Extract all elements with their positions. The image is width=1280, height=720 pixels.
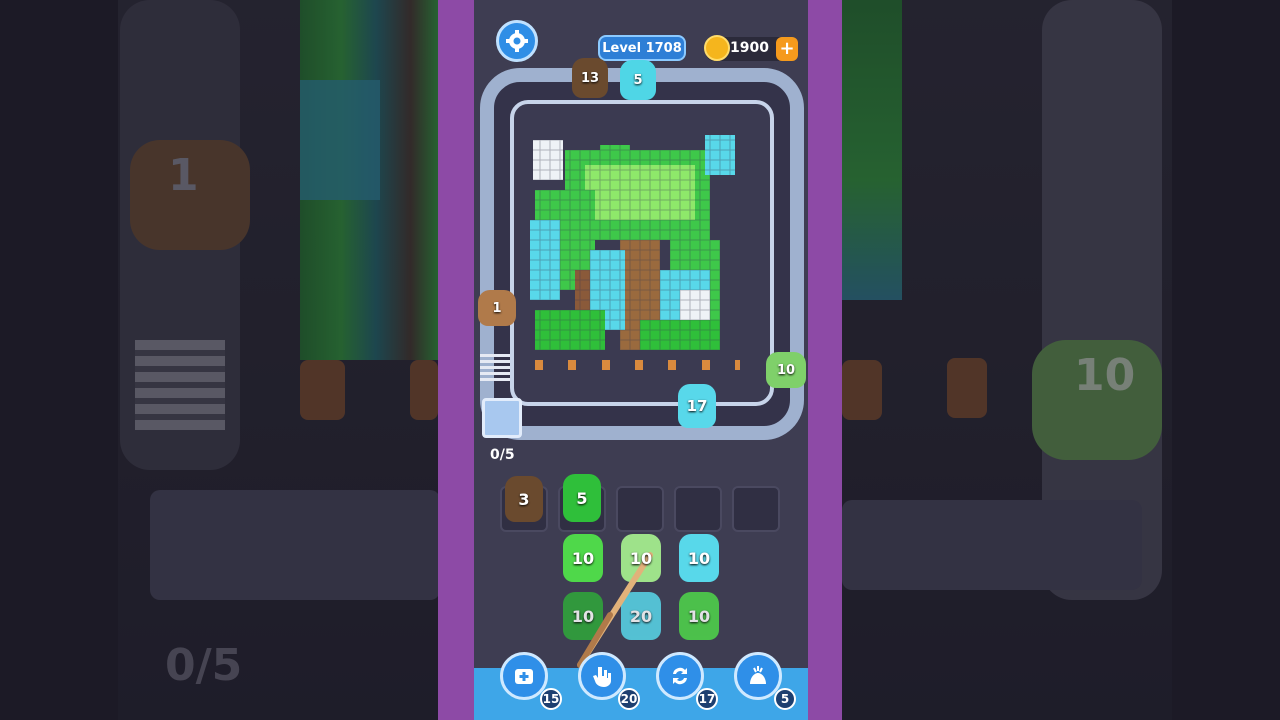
- sticker-stack: [480, 354, 510, 386]
- booster-count: 15: [540, 688, 562, 710]
- booster-count: 20: [618, 688, 640, 710]
- slot-pig-brown[interactable]: 3: [505, 476, 543, 522]
- pig-count: 3: [518, 489, 530, 509]
- coin-icon: [704, 35, 730, 61]
- pig-count: 1: [492, 300, 502, 316]
- slot-5[interactable]: [732, 486, 780, 532]
- background-left-blur: 1 0/5: [0, 0, 438, 720]
- pig-count: 17: [686, 397, 708, 415]
- settings-button[interactable]: [496, 20, 538, 62]
- conveyor-pig-cyan: 5: [620, 60, 656, 100]
- pig-count: 5: [576, 488, 588, 508]
- slot-pig-green[interactable]: 5: [563, 474, 601, 522]
- queue-counter: 0/5: [490, 447, 515, 463]
- conveyor-pig-active: 17: [678, 384, 716, 428]
- conveyor-pig-lightgreen: 10: [766, 352, 806, 388]
- coin-amount: 1900: [730, 40, 769, 56]
- pig-count: 10: [571, 548, 595, 568]
- coin-counter: 1900 +: [704, 35, 798, 61]
- conveyor-pig-tan: 1: [478, 290, 516, 326]
- pig-count: 13: [580, 70, 600, 86]
- slot-3[interactable]: [616, 486, 664, 532]
- pig-count: 10: [629, 548, 653, 568]
- pig-count: 10: [687, 548, 711, 568]
- background-right-blur: 10: [842, 0, 1280, 720]
- shuffle-icon: [673, 667, 687, 685]
- roots: [535, 360, 740, 370]
- pig-count: 5: [633, 72, 643, 88]
- pixel-art-board: [530, 130, 740, 370]
- add-coins-button[interactable]: +: [776, 37, 798, 61]
- magic-pig-icon: [750, 666, 766, 684]
- level-badge: Level 1708: [598, 35, 686, 61]
- frame-left: [438, 0, 474, 720]
- slot-4[interactable]: [674, 486, 722, 532]
- booster-count: 5: [774, 688, 796, 710]
- frame-right: [808, 0, 842, 720]
- conveyor-entry: [482, 398, 522, 438]
- conveyor-pig-brown: 13: [572, 58, 608, 98]
- grid-pig[interactable]: 10: [679, 534, 719, 582]
- hand-icon: [593, 667, 611, 687]
- add-slot-icon: [515, 669, 533, 684]
- pig-count: 10: [687, 606, 711, 626]
- cue-stick: [577, 552, 653, 668]
- grid-pig[interactable]: 10: [679, 592, 719, 640]
- pig-count: 10: [776, 362, 796, 378]
- booster-count: 17: [696, 688, 718, 710]
- gear-icon: [506, 30, 528, 52]
